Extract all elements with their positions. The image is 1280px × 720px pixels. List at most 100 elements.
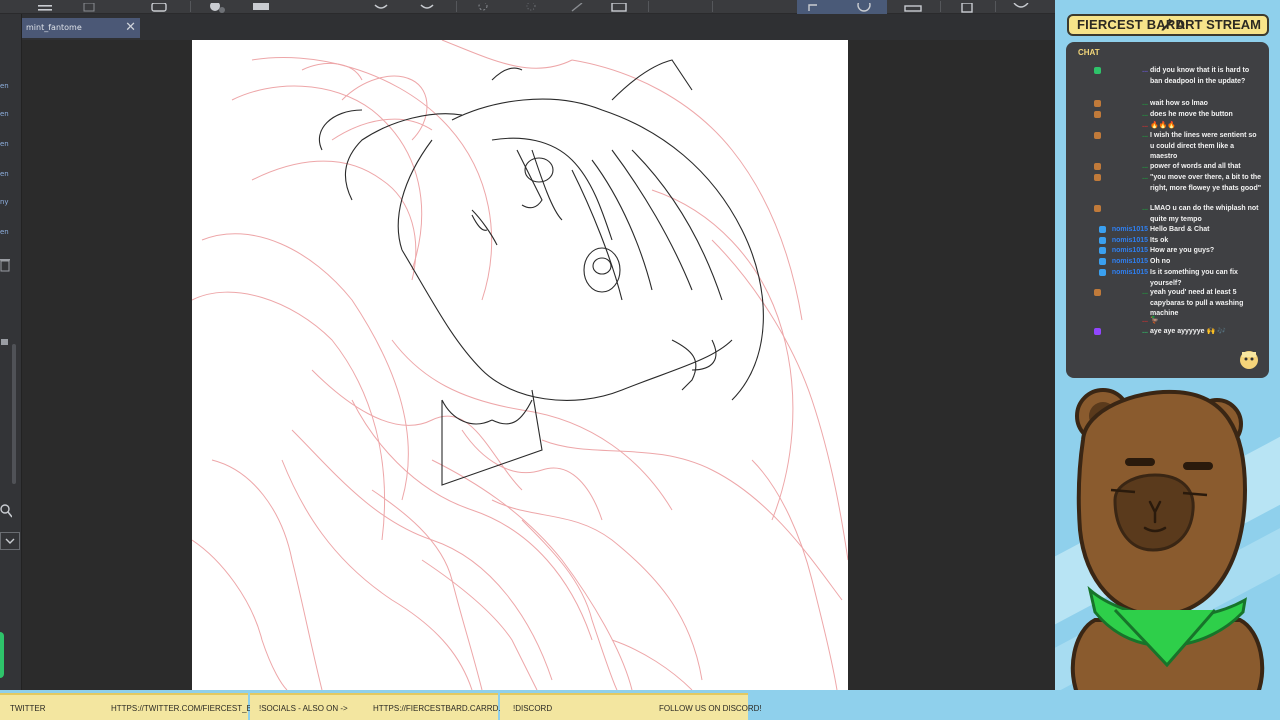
folder-icon[interactable] [250,0,272,12]
layer-icon[interactable] [0,336,12,350]
chat-message: nomis1015 How are you guys? [1066,246,1269,257]
chat-username[interactable]: ... [1104,162,1148,173]
ticker-label: TWITTER [10,704,46,713]
pencil-icon [1160,17,1174,31]
chat-text: Oh no [1150,258,1171,265]
chat-username[interactable]: ... [1104,173,1148,184]
chat-username[interactable]: ... [1104,66,1148,77]
chat-text: Hello Bard & Chat [1150,226,1210,233]
transform-icon[interactable] [520,0,542,12]
chat-username[interactable]: ... [1104,99,1148,110]
zoom-icon[interactable] [0,504,13,518]
chat-emote-icon [1239,350,1259,370]
chat-message: ... wait how so lmao [1066,99,1269,110]
stream-header: FIERCEST BARD ART STREAM [1067,14,1269,36]
chat-message: ... LMAO u can do the whiplash not quite … [1066,204,1269,225]
left-panel-item[interactable]: en [0,220,10,244]
new-file-icon[interactable] [78,0,100,12]
left-panel-item[interactable]: en [0,162,10,186]
left-panel: en en en en ny en [0,14,22,690]
crop-icon[interactable] [608,0,630,12]
add-layer-icon[interactable] [206,0,228,13]
chat-username[interactable]: ... [1104,204,1148,215]
info-ticker: TWITTER HTTPS://TWITTER.COM/FIERCEST_BAR… [0,690,1280,720]
chat-text: power of words and all that [1150,163,1241,170]
chat-message: ... I wish the lines were sentient so u c… [1066,131,1269,163]
chat-badge-icon [1094,100,1101,107]
ticker-value: HTTPS://TWITTER.COM/FIERCEST_BARD [111,704,269,713]
chat-username[interactable]: ... [1104,131,1148,142]
device-icon[interactable] [956,0,978,13]
chat-message: nomis1015 Hello Bard & Chat [1066,225,1269,236]
chat-badge-icon [1094,111,1101,118]
loading-icon[interactable] [472,0,494,12]
capybara-mascot [1055,380,1280,720]
chat-username[interactable]: ... [1104,288,1148,299]
chat-message: ... does he move the button [1066,110,1269,121]
chat-message: nomis1015 Its ok [1066,236,1269,247]
chat-text: I wish the lines were sentient so u coul… [1150,132,1257,160]
left-panel-item[interactable]: en [0,74,10,98]
chat-username[interactable]: ... [1104,316,1148,327]
ruler-icon[interactable] [902,0,924,12]
chat-username[interactable]: ... [1104,110,1148,121]
chat-username[interactable]: nomis1015 [1104,236,1148,247]
chat-badge-icon [1094,328,1101,335]
left-panel-item[interactable]: en [0,102,10,126]
chat-text: did you know that it is hard to ban dead… [1150,67,1250,85]
chat-username[interactable]: ... [1104,327,1148,338]
chat-username[interactable]: nomis1015 [1104,246,1148,257]
chat-badge-icon [1094,132,1101,139]
menu-icon[interactable] [34,0,56,12]
active-tool-group[interactable] [797,0,887,14]
brush-icon[interactable] [566,0,588,12]
chat-username[interactable]: ... [1104,121,1148,132]
document-tab-label: mint_fantome [26,23,82,32]
chat-panel: CHAT ... did you know that it is hard to … [1066,42,1269,378]
chat-message: ... 🦆 [1066,316,1269,327]
stream-title: ART STREAM [1160,17,1261,32]
chat-username[interactable]: nomis1015 [1104,268,1148,279]
chat-text: Its ok [1150,237,1169,244]
ticker-label: !DISCORD [513,704,553,713]
drawing-canvas[interactable] [192,40,848,690]
save-icon[interactable] [148,0,170,12]
left-panel-item[interactable]: ny [0,190,10,214]
chat-username[interactable]: nomis1015 [1104,257,1148,268]
chat-message: ... power of words and all that [1066,162,1269,173]
ticker-discord[interactable]: !DISCORD FOLLOW US ON DISCORD! [500,693,762,720]
close-icon[interactable]: ✕ [125,18,136,38]
chat-username[interactable]: nomis1015 [1104,225,1148,236]
stream-title-text: ART STREAM [1175,17,1261,32]
ticker-value: FOLLOW US ON DISCORD! [659,704,762,713]
chat-badge-icon [1094,174,1101,181]
ticker-value: HTTPS://FIERCESTBARD.CARRD.CO/ [373,704,515,713]
undo-icon[interactable] [370,0,392,12]
select-icon[interactable] [805,0,827,12]
top-toolbar [0,0,1055,14]
redo-icon[interactable] [416,0,438,12]
left-panel-item[interactable]: en [0,132,10,156]
chat-badge-icon [1094,163,1101,170]
panel-scrollbar[interactable] [12,344,16,484]
chat-message: ... 🔥🔥🔥 [1066,121,1269,132]
ticker-socials[interactable]: !SOCIALS - ALSO ON -> HTTPS://FIERCESTBA… [250,693,515,720]
chat-badge-icon [1094,67,1101,74]
chat-message: ... yeah youd' need at least 5 capybaras … [1066,288,1269,320]
chat-text: yeah youd' need at least 5 capybaras to … [1150,289,1244,317]
chat-message: ... "you move over there, a bit to the ri… [1066,173,1269,205]
lasso-icon[interactable] [853,0,875,12]
chevron-down-icon[interactable] [0,532,20,550]
document-tab[interactable]: mint_fantome ✕ [22,18,140,38]
chat-text: LMAO u can do the whiplash not quite my … [1150,205,1259,223]
chat-message: nomis1015 Oh no [1066,257,1269,268]
trash-icon[interactable] [0,258,12,272]
chat-message: nomis1015 Is it something you can fix you… [1066,268,1269,289]
chat-text: Is it something you can fix yourself? [1150,269,1238,287]
chat-badge-icon [1094,289,1101,296]
ticker-twitter[interactable]: TWITTER HTTPS://TWITTER.COM/FIERCEST_BAR… [0,693,269,720]
chat-text: does he move the button [1150,111,1233,118]
chat-message: ... aye aye ayyyyye 🙌 🎶 [1066,327,1269,338]
comment-icon[interactable] [1010,0,1032,12]
chat-text: 🔥🔥🔥 [1150,122,1177,129]
